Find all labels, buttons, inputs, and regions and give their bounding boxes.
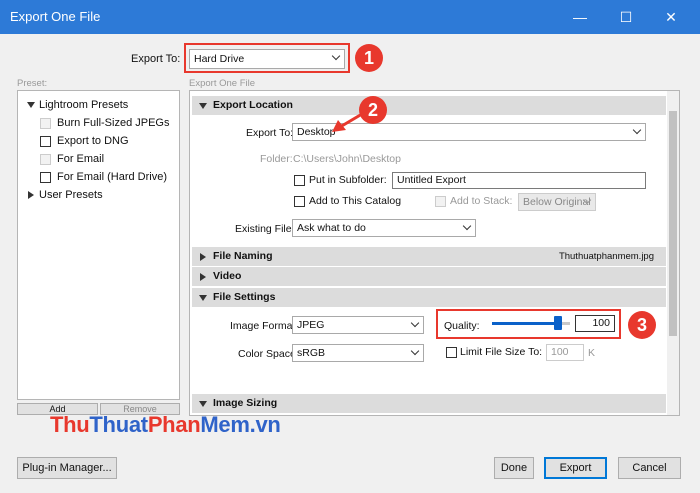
existing-files-label: Existing Files: [235, 223, 300, 235]
chevron-down-icon [410, 346, 420, 356]
plugin-manager-button[interactable]: Plug-in Manager... [17, 457, 117, 479]
chevron-down-icon [410, 318, 420, 328]
step-badge-1: 1 [355, 44, 383, 72]
settings-panel: Export Location Export To: Desktop Folde… [189, 90, 680, 416]
limit-size-unit: K [588, 347, 596, 359]
subfolder-checkbox[interactable] [294, 175, 305, 186]
highlight-box-1 [184, 43, 350, 73]
chevron-down-icon [462, 221, 472, 231]
image-format-label: Image Format: [230, 320, 299, 332]
color-space-label: Color Space: [238, 348, 299, 360]
existing-files-dropdown[interactable]: Ask what to do [292, 219, 476, 237]
section-image-sizing[interactable]: Image Sizing [192, 394, 666, 413]
image-format-dropdown[interactable]: JPEG [292, 316, 424, 334]
scrollbar-thumb[interactable] [669, 111, 677, 336]
step-badge-2: 2 [359, 96, 387, 124]
limit-size-checkbox[interactable] [446, 347, 457, 358]
preset-panel: Lightroom Presets Burn Full-Sized JPEGs … [17, 90, 180, 400]
preset-group-lightroom[interactable]: Lightroom Presets [39, 99, 128, 111]
step-badge-3: 3 [628, 311, 656, 339]
add-catalog-checkbox[interactable] [294, 196, 305, 207]
done-button[interactable]: Done [494, 457, 534, 479]
settings-scrollbar[interactable] [667, 91, 679, 415]
folder-label: Folder: [260, 153, 293, 165]
section-file-naming[interactable]: File Naming Thuthuatphanmem.jpg [192, 247, 666, 266]
collapse-icon[interactable] [28, 191, 34, 199]
location-export-to-label: Export To: [246, 127, 294, 139]
watermark: ThuThuatPhanMem.vn [50, 412, 281, 437]
export-button[interactable]: Export [544, 457, 607, 479]
section-video[interactable]: Video [192, 267, 666, 286]
main-heading: Export One File [189, 78, 255, 89]
add-catalog-label: Add to This Catalog [309, 195, 402, 207]
title-bar: Export One File — ☐ ✕ [0, 0, 700, 34]
expand-icon [199, 295, 207, 301]
collapse-icon [200, 253, 206, 261]
preset-checkbox-email [40, 154, 51, 165]
maximize-icon[interactable]: ☐ [614, 6, 638, 28]
preset-checkbox-burn [40, 118, 51, 129]
export-to-label: Export To: [131, 53, 181, 65]
preset-item-email-hd[interactable]: For Email (Hard Drive) [57, 171, 167, 183]
preset-group-user[interactable]: User Presets [39, 189, 103, 201]
expand-icon[interactable] [27, 102, 35, 108]
add-stack-label: Add to Stack: [450, 195, 513, 207]
folder-path: C:\Users\John\Desktop [293, 153, 401, 165]
preset-heading: Preset: [17, 78, 48, 89]
stack-position-dropdown: Below Original [518, 193, 596, 211]
subfolder-input[interactable]: Untitled Export [392, 172, 646, 189]
cancel-button[interactable]: Cancel [618, 457, 681, 479]
color-space-dropdown[interactable]: sRGB [292, 344, 424, 362]
subfolder-label: Put in Subfolder: [309, 174, 387, 186]
highlight-box-3 [436, 309, 621, 339]
preset-item-dng[interactable]: Export to DNG [57, 135, 129, 147]
section-export-location[interactable]: Export Location [192, 96, 666, 115]
window-title: Export One File [10, 9, 101, 24]
minimize-icon[interactable]: — [568, 6, 592, 28]
preset-checkbox-dng[interactable] [40, 136, 51, 147]
limit-size-input: 100 [546, 344, 584, 361]
preset-item-burn[interactable]: Burn Full-Sized JPEGs [57, 117, 169, 129]
file-naming-preview: Thuthuatphanmem.jpg [558, 251, 654, 262]
preset-item-email[interactable]: For Email [57, 153, 104, 165]
expand-icon [199, 401, 207, 407]
preset-checkbox-email-hd[interactable] [40, 172, 51, 183]
close-icon[interactable]: ✕ [659, 6, 683, 28]
expand-icon [199, 103, 207, 109]
collapse-icon [200, 273, 206, 281]
limit-size-label: Limit File Size To: [460, 346, 543, 358]
add-stack-checkbox [435, 196, 446, 207]
chevron-down-icon [632, 125, 642, 135]
section-file-settings[interactable]: File Settings [192, 288, 666, 307]
